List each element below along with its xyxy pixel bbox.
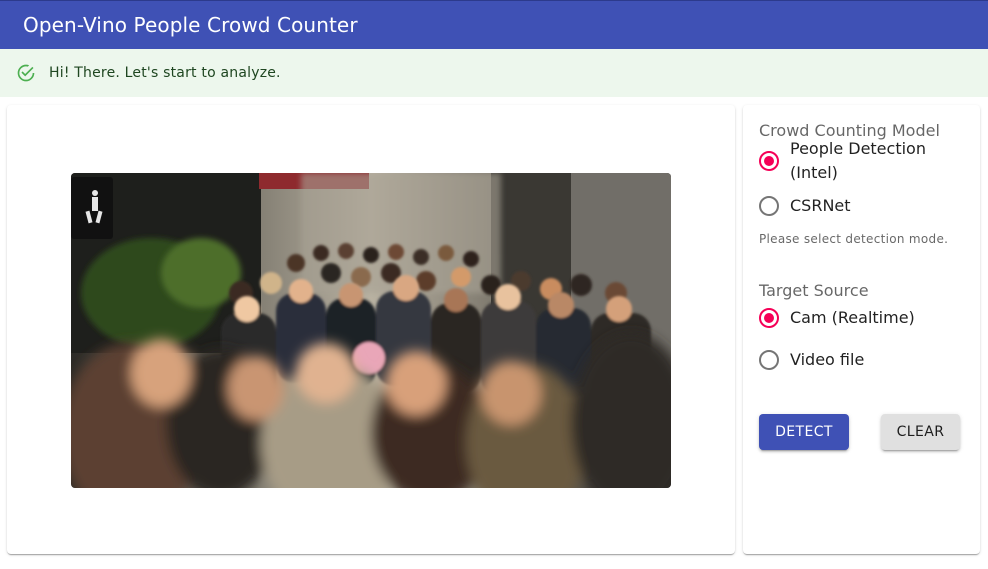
app-title: Open-Vino People Crowd Counter	[23, 13, 358, 37]
radio-label-people-detection[interactable]: People Detection (Intel)	[790, 137, 970, 185]
alert-message: Hi! There. Let's start to analyze.	[49, 65, 281, 81]
radio-csrnet[interactable]	[758, 195, 780, 217]
clear-button[interactable]: CLEAR	[881, 414, 960, 450]
crowd-photo	[71, 173, 671, 488]
radio-label-video-file[interactable]: Video file	[790, 348, 970, 372]
radio-label-cam-realtime[interactable]: Cam (Realtime)	[790, 306, 970, 330]
radio-selected-dot	[764, 313, 774, 323]
detect-button[interactable]: DETECT	[759, 414, 849, 450]
settings-card: Crowd Counting Model People Detection (I…	[743, 105, 980, 554]
radio-label-csrnet[interactable]: CSRNet	[790, 194, 970, 218]
radio-selected-dot	[764, 156, 774, 166]
crowd-preview-image	[71, 173, 671, 488]
radio-video-file[interactable]	[758, 349, 780, 371]
radio-people-detection[interactable]	[758, 150, 780, 172]
app-bar: Open-Vino People Crowd Counter	[0, 0, 988, 49]
success-alert: Hi! There. Let's start to analyze.	[0, 49, 988, 97]
preview-card	[7, 105, 735, 554]
source-group-label: Target Source	[759, 281, 869, 300]
check-circle-icon	[17, 64, 35, 82]
radio-cam-realtime[interactable]	[758, 307, 780, 329]
model-helper-text: Please select detection mode.	[759, 232, 949, 246]
